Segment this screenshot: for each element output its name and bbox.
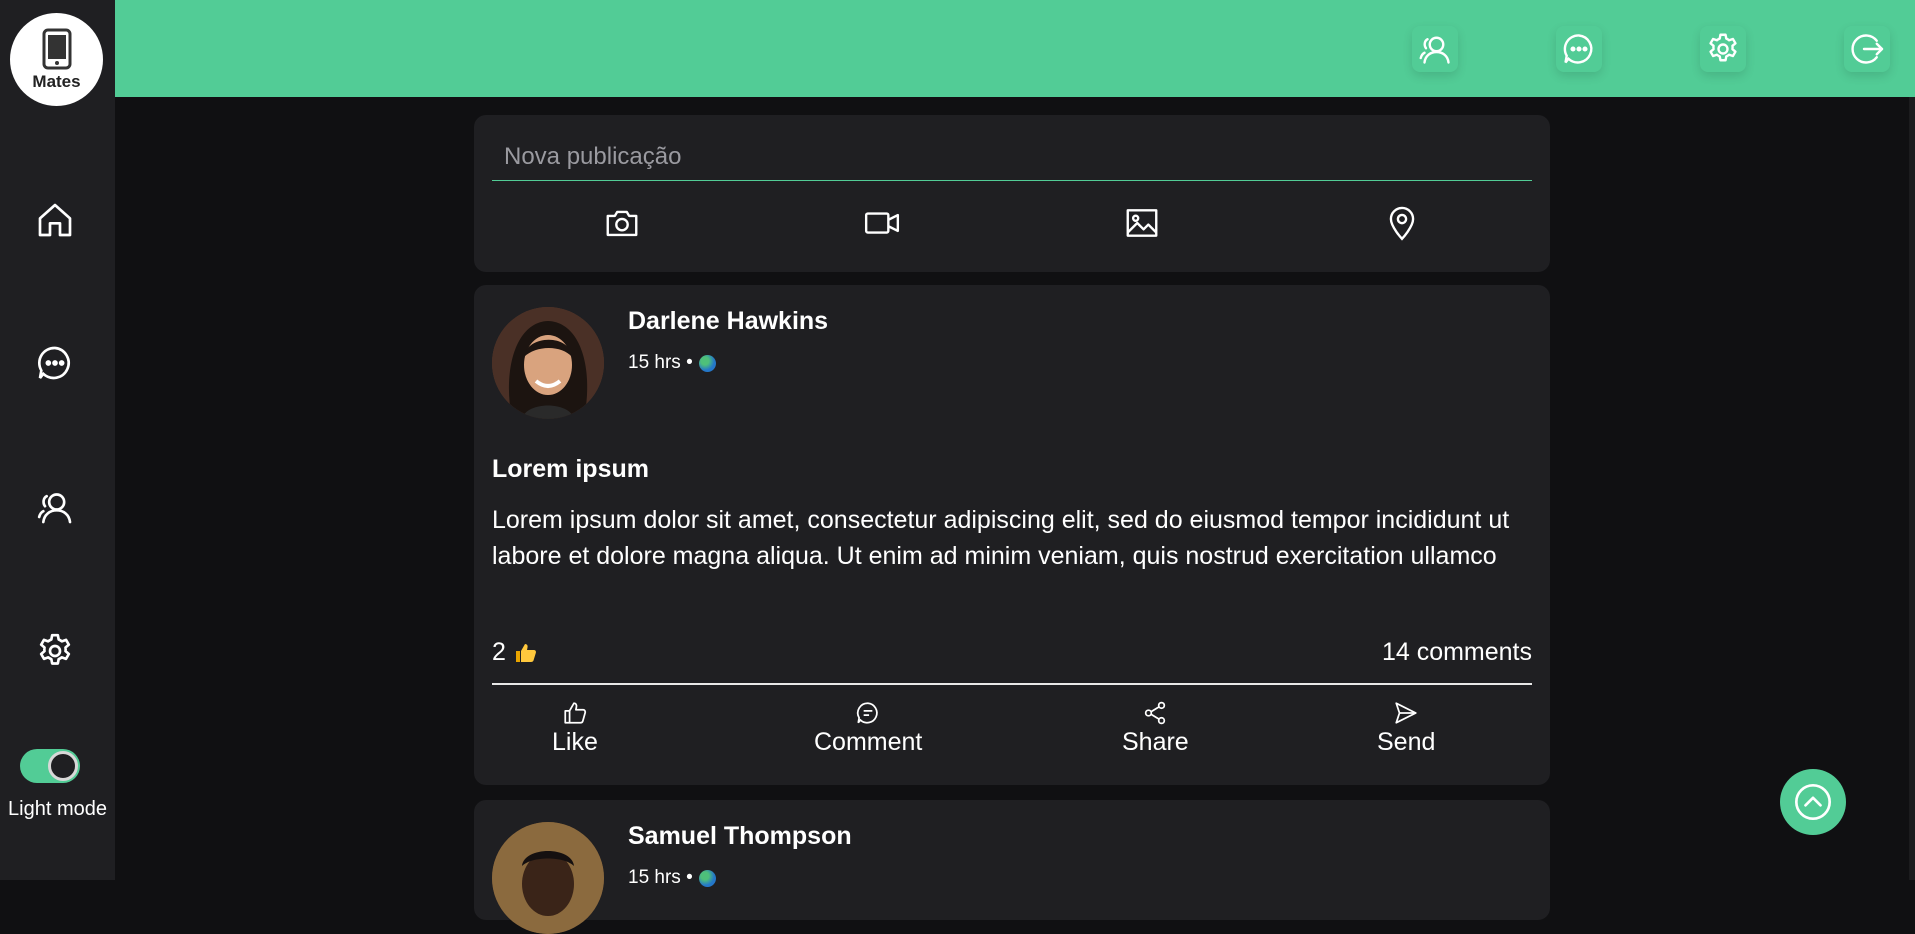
top-bar <box>115 0 1915 97</box>
avatar[interactable] <box>492 307 604 419</box>
like-label: Like <box>552 728 598 756</box>
post-time: 15 hrs • <box>628 352 693 373</box>
send-button[interactable]: Send <box>1377 700 1435 760</box>
chat-icon <box>38 346 70 380</box>
sidebar-item-settings[interactable] <box>32 628 78 674</box>
like-count[interactable]: 2 <box>492 638 538 667</box>
chat-icon <box>1563 34 1593 64</box>
sidebar-item-messages[interactable] <box>32 340 78 386</box>
toggle-knob <box>48 751 78 781</box>
logo-text: Mates <box>32 71 81 91</box>
friends-icon <box>37 493 72 524</box>
post-body: Lorem ipsum dolor sit amet, consectetur … <box>492 506 1510 570</box>
comment-label: Comment <box>814 728 923 756</box>
video-icon <box>864 212 900 234</box>
post-meta: 15 hrs • <box>628 867 716 889</box>
globe-icon <box>698 354 716 372</box>
gear-icon <box>1709 33 1737 62</box>
sidebar-item-home[interactable] <box>32 197 78 243</box>
theme-toggle-label: Light mode <box>8 798 107 820</box>
camera-icon <box>606 210 638 237</box>
app-logo[interactable]: Mates <box>10 13 103 106</box>
add-video-button[interactable] <box>860 203 904 243</box>
home-icon <box>38 203 72 237</box>
chevron-up-icon <box>1795 784 1831 820</box>
post-author[interactable]: Darlene Hawkins <box>628 307 828 336</box>
share-icon <box>1145 701 1166 725</box>
share-button[interactable]: Share <box>1122 700 1189 760</box>
header-logout-button[interactable] <box>1844 26 1890 72</box>
page-scrollbar[interactable] <box>1909 97 1915 880</box>
post-author[interactable]: Samuel Thompson <box>628 822 852 851</box>
post-title: Lorem ipsum <box>492 455 649 483</box>
send-label: Send <box>1377 728 1436 756</box>
add-image-button[interactable] <box>1120 203 1164 243</box>
avatar-photo <box>492 822 604 934</box>
new-post-input[interactable] <box>492 133 1532 181</box>
theme-toggle[interactable] <box>20 749 80 783</box>
comment-icon <box>857 702 878 724</box>
post-meta: 15 hrs • <box>628 352 716 374</box>
scroll-to-top-button[interactable] <box>1780 769 1846 835</box>
logout-icon <box>1851 34 1884 64</box>
header-settings-button[interactable] <box>1700 26 1746 72</box>
send-icon <box>1395 702 1417 724</box>
sidebar-item-friends[interactable] <box>32 484 78 530</box>
like-count-value: 2 <box>492 638 506 666</box>
globe-icon <box>698 869 716 887</box>
thumbs-up-icon <box>515 643 536 662</box>
avatar[interactable] <box>492 822 604 934</box>
header-friends-button[interactable] <box>1412 26 1458 72</box>
like-icon <box>564 702 587 724</box>
comments-count[interactable]: 14 comments <box>1382 638 1532 667</box>
header-messages-button[interactable] <box>1556 26 1602 72</box>
post-time: 15 hrs • <box>628 867 693 888</box>
avatar-photo <box>492 307 604 419</box>
like-button[interactable]: Like <box>552 700 598 760</box>
add-photo-button[interactable] <box>600 203 644 243</box>
share-label: Share <box>1122 728 1189 756</box>
sidebar: Mates Light mode <box>0 0 115 880</box>
new-post-card <box>474 115 1550 272</box>
post-card: Darlene Hawkins 15 hrs • Lorem ipsum Lor… <box>474 285 1550 785</box>
image-icon <box>1126 209 1158 237</box>
friends-icon <box>1419 36 1450 64</box>
comment-button[interactable]: Comment <box>814 700 922 760</box>
add-location-button[interactable] <box>1380 203 1424 243</box>
post-divider <box>492 683 1532 685</box>
gear-icon <box>39 633 71 665</box>
post-card: Samuel Thompson 15 hrs • <box>474 800 1550 934</box>
phone-icon <box>42 28 71 69</box>
location-icon <box>1389 206 1415 241</box>
